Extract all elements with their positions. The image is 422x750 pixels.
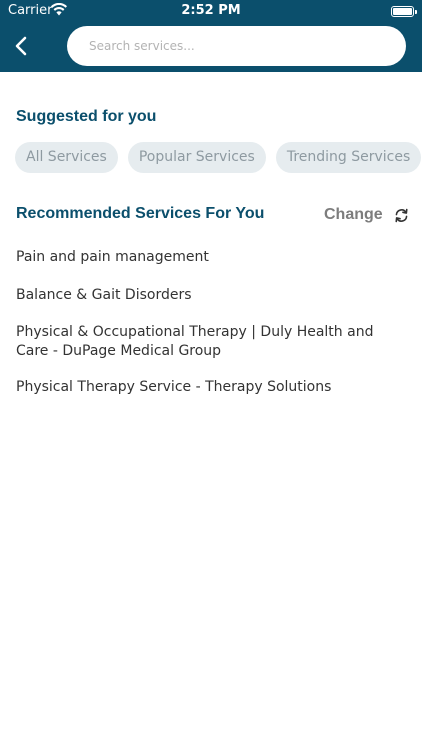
- battery-icon: [391, 6, 417, 17]
- service-item-therapy-solutions[interactable]: Physical Therapy Service - Therapy Solut…: [16, 378, 406, 397]
- chip-all-services[interactable]: All Services: [15, 142, 118, 173]
- suggested-title: Suggested for you: [16, 108, 157, 125]
- change-label: Change: [324, 206, 383, 223]
- suggestion-chips: All Services Popular Services Trending S…: [15, 142, 422, 173]
- status-bar: Carrier 2:52 PM: [0, 0, 422, 22]
- chip-popular-services[interactable]: Popular Services: [127, 142, 266, 173]
- back-button[interactable]: [8, 28, 38, 64]
- service-item-pain-management[interactable]: Pain and pain management: [16, 248, 406, 267]
- chevron-left-icon: [15, 36, 27, 56]
- service-item-physical-occupational[interactable]: Physical & Occupational Therapy | Duly H…: [16, 323, 406, 361]
- status-time: 2:52 PM: [181, 3, 241, 18]
- app-header: Carrier 2:52 PM: [0, 0, 422, 72]
- chip-trending-services[interactable]: Trending Services: [275, 142, 422, 173]
- change-button[interactable]: Change: [324, 204, 409, 226]
- recommended-title: Recommended Services For You: [16, 205, 265, 222]
- search-input[interactable]: [67, 26, 406, 66]
- refresh-icon: [395, 208, 408, 222]
- service-item-balance-gait[interactable]: Balance & Gait Disorders: [16, 286, 406, 305]
